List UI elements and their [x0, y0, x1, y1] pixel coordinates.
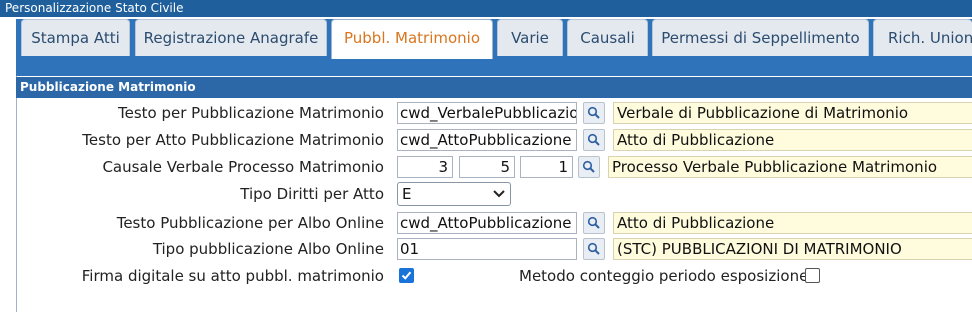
search-icon [587, 216, 600, 229]
tab-varie[interactable]: Varie [497, 19, 563, 56]
testo-pubblicazione-input[interactable]: cwd_VerbalePubblicazione [397, 102, 577, 124]
tipo-diritti-select[interactable]: E [397, 182, 511, 206]
causale-verbale-field-1[interactable]: 3 [397, 156, 453, 178]
search-button-tipo-albo[interactable] [583, 238, 605, 260]
search-button-testo-atto[interactable] [583, 129, 605, 151]
label-causale-verbale: Causale Verbale Processo Matrimonio [102, 158, 384, 176]
window-title: Personalizzazione Stato Civile [0, 0, 972, 17]
tab-permessi-seppellimento[interactable]: Permessi di Seppellimento [652, 19, 869, 56]
label-firma-digitale: Firma digitale su atto pubbl. matrimonio [81, 267, 384, 285]
tipo-diritti-selected-value: E [402, 185, 412, 203]
search-button-testo-pubblicazione[interactable] [583, 102, 605, 124]
tab-rich-unione[interactable]: Rich. Unione [873, 19, 972, 56]
metodo-conteggio-checkbox[interactable] [805, 268, 820, 283]
checkmark-icon [401, 271, 412, 280]
tab-causali[interactable]: Causali [567, 19, 648, 56]
label-tipo-albo: Tipo pubblicazione Albo Online [152, 240, 384, 258]
search-icon [582, 160, 595, 173]
label-testo-pubblicazione: Testo per Pubblicazione Matrimonio [118, 104, 384, 122]
label-metodo-conteggio: Metodo conteggio periodo esposizione [519, 267, 809, 285]
search-button-testo-albo[interactable] [583, 212, 605, 234]
testo-atto-description: Atto di Pubblicazione [613, 129, 972, 151]
search-icon [587, 133, 600, 146]
tipo-albo-description: (STC) PUBBLICAZIONI DI MATRIMONIO [613, 238, 972, 260]
testo-atto-input[interactable]: cwd_AttoPubblicazione [397, 129, 577, 151]
tab-pubbl-matrimonio[interactable]: Pubbl. Matrimonio [331, 19, 493, 59]
causale-verbale-description: Processo Verbale Pubblicazione Matrimoni… [608, 156, 972, 178]
search-icon [587, 106, 600, 119]
label-testo-albo: Testo Pubblicazione per Albo Online [116, 214, 384, 232]
tab-registrazione-anagrafe[interactable]: Registrazione Anagrafe [135, 19, 327, 56]
label-tipo-diritti: Tipo Diritti per Atto [240, 185, 384, 203]
testo-albo-input[interactable]: cwd_AttoPubblicazione [397, 212, 577, 234]
causale-verbale-field-2[interactable]: 5 [459, 156, 515, 178]
chevron-down-icon [493, 190, 505, 198]
causale-verbale-field-3[interactable]: 1 [520, 156, 573, 178]
firma-digitale-checkbox[interactable] [399, 268, 414, 283]
tab-stampa-atti[interactable]: Stampa Atti [21, 19, 130, 56]
testo-pubblicazione-description: Verbale di Pubblicazione di Matrimonio [613, 102, 972, 124]
testo-albo-description: Atto di Pubblicazione [613, 212, 972, 234]
tipo-albo-input[interactable]: 01 [397, 238, 577, 260]
section-header: Pubblicazione Matrimonio [16, 77, 972, 98]
search-button-causale-verbale[interactable] [578, 156, 600, 178]
label-testo-atto: Testo per Atto Pubblicazione Matrimonio [82, 131, 384, 149]
search-icon [587, 242, 600, 255]
